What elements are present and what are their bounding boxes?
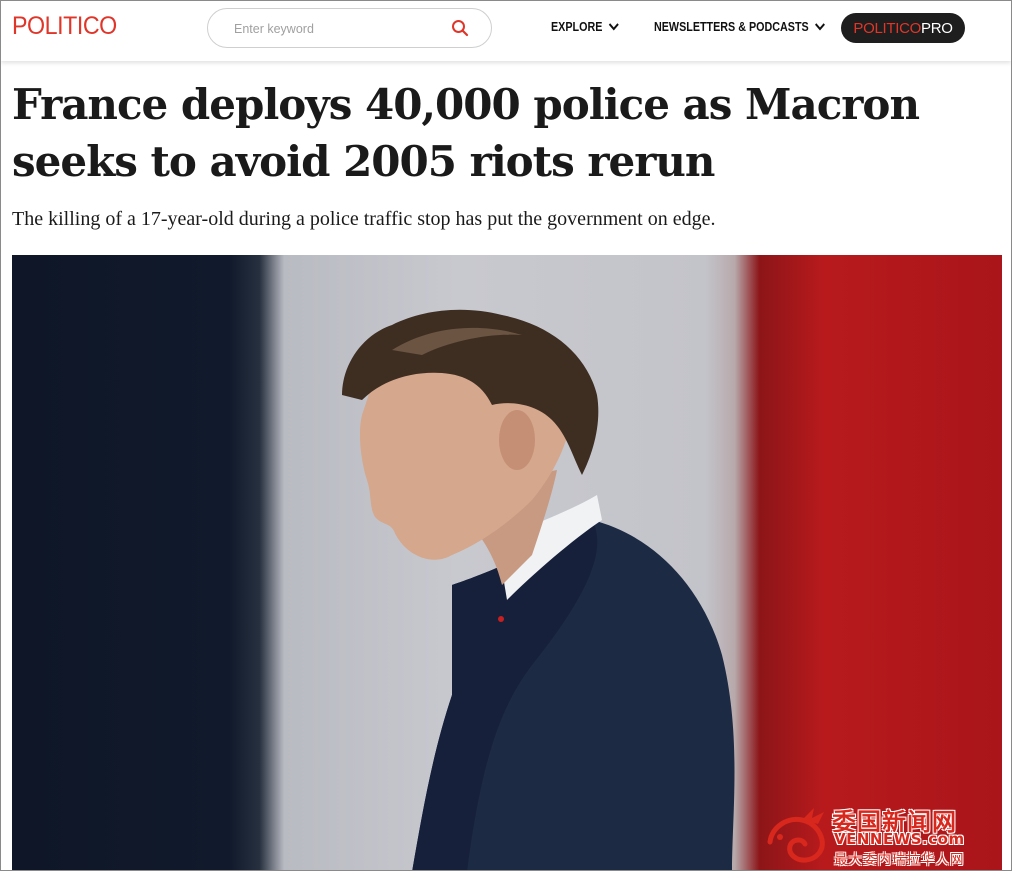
search-icon[interactable] xyxy=(451,19,469,37)
watermark-subtitle: 最大委内瑞拉华人网 xyxy=(834,852,965,868)
page-frame: POLITICO EXPLORE NEWSLETTERS & PODCASTS xyxy=(0,0,1012,871)
nav-newsletters-podcasts[interactable]: NEWSLETTERS & PODCASTS xyxy=(654,20,826,34)
nav-explore-label: EXPLORE xyxy=(551,20,603,34)
nav-explore[interactable]: EXPLORE xyxy=(551,20,620,34)
article-dek: The killing of a 17-year-old during a po… xyxy=(12,208,716,230)
site-header: POLITICO EXPLORE NEWSLETTERS & PODCASTS xyxy=(1,1,1011,61)
vennews-watermark: 委国新闻网 VENNEWS.com 最大委内瑞拉华人网 xyxy=(762,802,994,868)
chevron-down-icon xyxy=(608,23,619,31)
article-headline: France deploys 40,000 police as Macron s… xyxy=(12,80,920,186)
dragon-logo-icon xyxy=(767,808,825,863)
watermark-url: VENNEWS.com xyxy=(834,830,965,848)
hero-image: 委国新闻网 VENNEWS.com 最大委内瑞拉华人网 xyxy=(12,255,1002,870)
nav-newsletters-label: NEWSLETTERS & PODCASTS xyxy=(654,20,809,34)
politico-logo[interactable]: POLITICO xyxy=(12,12,117,41)
macron-silhouette xyxy=(342,309,735,870)
search-box[interactable] xyxy=(207,8,492,48)
pro-logo-part1: POLITICO xyxy=(853,19,921,37)
chevron-down-icon xyxy=(814,23,825,31)
politico-pro-button[interactable]: POLITICO PRO xyxy=(841,13,965,43)
pro-logo-part2: PRO xyxy=(921,19,953,37)
search-input[interactable] xyxy=(232,18,436,40)
